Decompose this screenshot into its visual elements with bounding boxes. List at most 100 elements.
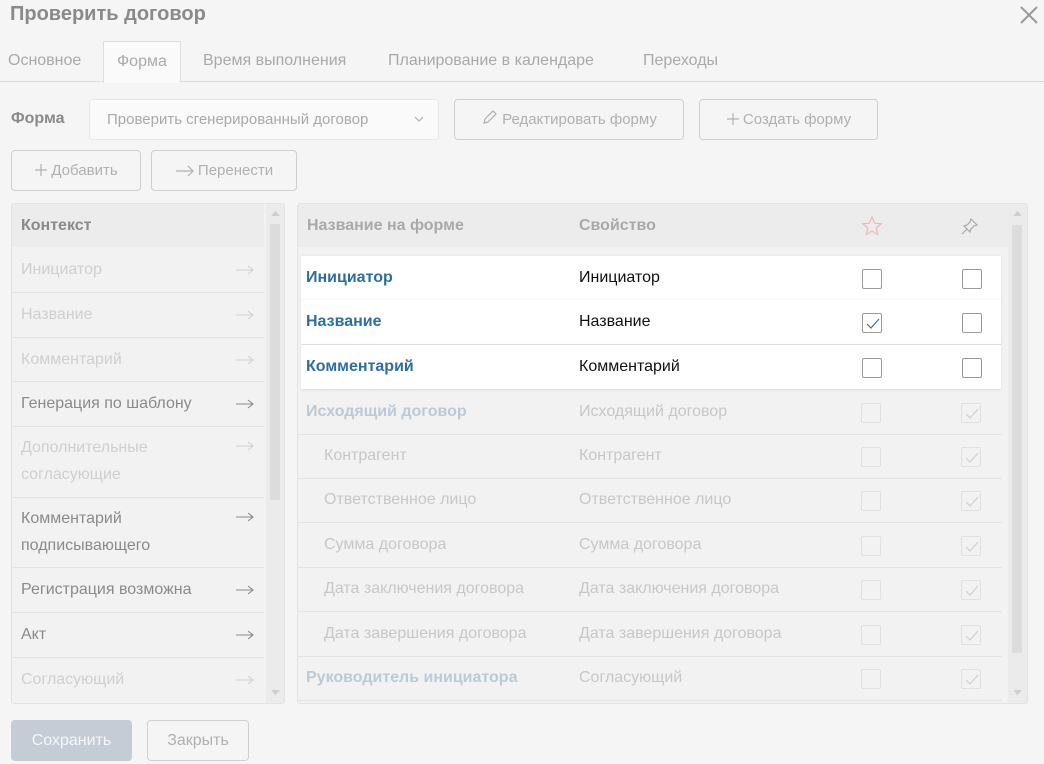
tab-bar: Основное Форма Время выполнения Планиров… xyxy=(0,41,1044,83)
table-row[interactable]: Ответственное лицо Ответственное лицо xyxy=(298,478,1002,523)
table-row[interactable]: Дата заключения договора Дата заключения … xyxy=(298,567,1002,612)
row-property: Название xyxy=(579,313,651,330)
context-item-label: Дополнительные xyxy=(21,439,148,456)
context-item-label: Комментарий xyxy=(21,351,122,368)
arrow-right-icon[interactable] xyxy=(236,585,254,595)
chevron-down-icon xyxy=(414,116,424,122)
row-property: Дата завершения договора xyxy=(579,625,782,642)
row-property: Дата заключения договора xyxy=(579,580,780,597)
close-button[interactable]: Закрыть xyxy=(147,720,249,761)
context-item[interactable]: Комментарий xyxy=(12,338,264,382)
arrow-right-icon[interactable] xyxy=(236,512,254,522)
row-form-name: Ответственное лицо xyxy=(324,491,477,508)
arrow-right-icon[interactable] xyxy=(236,355,254,365)
readonly-checkbox[interactable] xyxy=(961,669,981,689)
context-item-label: Акт xyxy=(21,626,47,643)
arrow-right-icon[interactable] xyxy=(236,441,254,451)
table-row[interactable]: Название Название xyxy=(301,300,1001,345)
context-item[interactable]: Комментарий подписывающего xyxy=(12,498,264,568)
fields-table: Название на форме Свойство Инициатор Иниц… xyxy=(297,203,1028,704)
table-row[interactable]: Сумма договора Сумма договора xyxy=(298,523,1002,568)
scroll-up-icon[interactable] xyxy=(1013,210,1022,216)
context-item-label: Регистрация возможна xyxy=(21,581,192,598)
context-item[interactable]: Название xyxy=(12,293,264,338)
plus-icon xyxy=(726,113,739,125)
table-row[interactable]: Руководитель инициатора Согласующий xyxy=(298,656,1002,701)
required-checkbox[interactable] xyxy=(861,580,881,600)
scroll-down-icon[interactable] xyxy=(1013,690,1022,696)
scroll-thumb[interactable] xyxy=(270,224,280,500)
context-item[interactable]: Инициатор xyxy=(12,248,264,293)
readonly-checkbox[interactable] xyxy=(962,358,982,378)
tab-transitions[interactable]: Переходы xyxy=(643,41,718,82)
table-row[interactable]: Инициатор Инициатор xyxy=(301,256,1001,301)
readonly-checkbox[interactable] xyxy=(961,625,981,645)
plus-icon xyxy=(35,164,48,176)
add-button[interactable]: Добавить xyxy=(11,150,141,191)
arrow-right-icon[interactable] xyxy=(236,265,254,275)
row-property: Исходящий договор xyxy=(579,403,728,420)
form-select[interactable]: Проверить сгенерированный договор xyxy=(89,99,439,140)
required-checkbox[interactable] xyxy=(862,358,882,378)
scroll-thumb[interactable] xyxy=(1012,225,1022,653)
required-checkbox[interactable] xyxy=(861,536,881,556)
move-button[interactable]: Перенести xyxy=(151,150,297,191)
required-checkbox[interactable] xyxy=(862,313,882,333)
row-property: Инициатор xyxy=(579,269,660,286)
arrow-right-icon[interactable] xyxy=(236,399,254,409)
row-form-name: Дата завершения договора xyxy=(324,625,527,642)
table-header: Название на форме Свойство xyxy=(298,204,1008,247)
create-form-button[interactable]: Создать форму xyxy=(699,99,878,140)
context-header: Контекст xyxy=(12,204,264,247)
add-label: Добавить xyxy=(51,162,118,179)
row-form-name[interactable]: Комментарий xyxy=(306,345,414,389)
context-item[interactable]: Дополнительные согласующие xyxy=(12,427,264,498)
pencil-icon xyxy=(483,110,497,124)
table-row[interactable]: Контрагент Контрагент xyxy=(298,434,1002,479)
row-property: Ответственное лицо xyxy=(579,491,732,508)
save-button[interactable]: Сохранить xyxy=(11,720,132,761)
table-row[interactable]: Комментарий Комментарий xyxy=(301,345,1001,390)
readonly-checkbox[interactable] xyxy=(962,269,982,289)
tab-main[interactable]: Основное xyxy=(8,41,81,82)
readonly-checkbox[interactable] xyxy=(961,403,981,423)
context-panel: Контекст Инициатор Название Комментарий Ген… xyxy=(11,203,285,704)
arrow-right-icon[interactable] xyxy=(236,630,254,640)
close-icon[interactable] xyxy=(1018,4,1040,26)
scroll-down-icon[interactable] xyxy=(271,690,280,696)
required-checkbox[interactable] xyxy=(861,669,881,689)
arrow-right-icon[interactable] xyxy=(236,675,254,685)
context-scrollbar[interactable] xyxy=(266,204,284,703)
form-label: Форма xyxy=(11,110,65,127)
arrow-right-icon[interactable] xyxy=(236,310,254,320)
readonly-checkbox[interactable] xyxy=(961,447,981,467)
tab-calendar[interactable]: Планирование в календаре xyxy=(388,41,594,82)
required-checkbox[interactable] xyxy=(861,403,881,423)
arrow-right-icon xyxy=(175,165,194,177)
readonly-checkbox[interactable] xyxy=(961,491,981,511)
readonly-checkbox[interactable] xyxy=(962,313,982,333)
context-item[interactable]: Согласующий xyxy=(12,658,264,703)
row-form-name[interactable]: Инициатор xyxy=(306,256,393,300)
required-checkbox[interactable] xyxy=(861,625,881,645)
required-checkbox[interactable] xyxy=(861,491,881,511)
table-scrollbar[interactable] xyxy=(1008,204,1027,703)
edit-form-button[interactable]: Редактировать форму xyxy=(454,99,684,140)
readonly-checkbox[interactable] xyxy=(961,580,981,600)
create-form-label: Создать форму xyxy=(742,111,852,128)
context-item[interactable]: Регистрация возможна xyxy=(12,568,264,613)
required-checkbox[interactable] xyxy=(861,447,881,467)
row-form-name[interactable]: Название xyxy=(306,300,382,344)
table-row[interactable]: Исходящий договор Исходящий договор xyxy=(298,390,1002,435)
tab-form[interactable]: Форма xyxy=(103,41,181,83)
context-item-label: Согласующий xyxy=(21,671,125,688)
readonly-checkbox[interactable] xyxy=(961,536,981,556)
col-property-header: Свойство xyxy=(579,217,656,234)
tab-execution-time[interactable]: Время выполнения xyxy=(203,41,346,82)
required-checkbox[interactable] xyxy=(862,269,882,289)
table-row[interactable]: Дата завершения договора Дата завершения … xyxy=(298,612,1002,657)
pin-icon xyxy=(961,217,979,235)
context-item[interactable]: Акт xyxy=(12,613,264,658)
scroll-up-icon[interactable] xyxy=(271,210,280,216)
context-item[interactable]: Генерация по шаблону xyxy=(12,382,264,427)
